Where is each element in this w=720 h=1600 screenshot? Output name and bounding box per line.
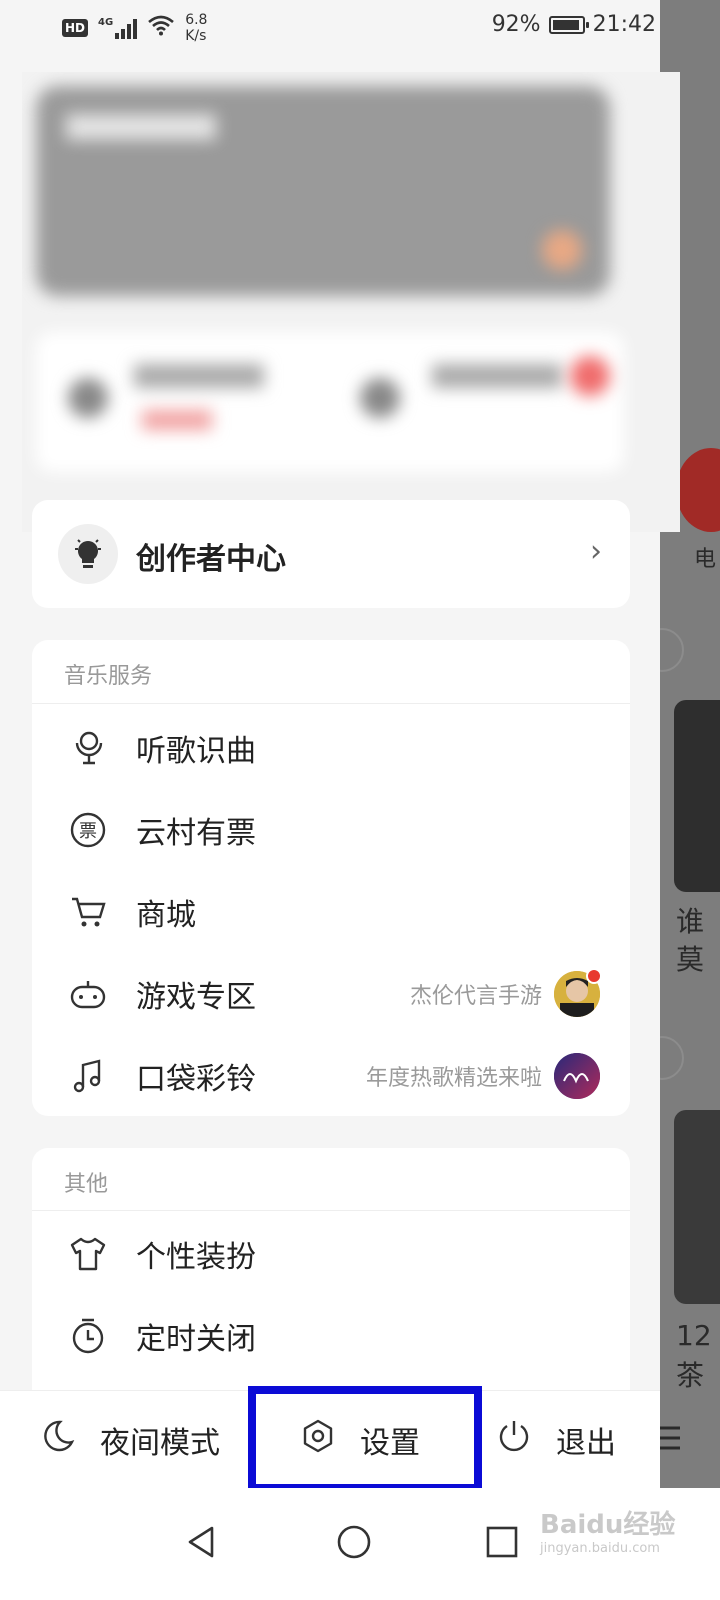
home-circle-icon xyxy=(336,1524,372,1564)
bg-text-2: 莫 xyxy=(676,943,705,976)
radio-icon[interactable] xyxy=(676,448,720,532)
recents-button[interactable] xyxy=(470,1512,534,1576)
power-icon xyxy=(496,1418,532,1462)
ringtone-promo-avatar xyxy=(554,1053,600,1099)
others-card: 其他 个性装扮 定时关闭 xyxy=(32,1148,630,1408)
menu-label: 云村有票 xyxy=(136,816,256,851)
blurred-quick-icon-2[interactable] xyxy=(360,378,400,418)
menu-item-sleep-timer[interactable]: 定时关闭 xyxy=(32,1294,630,1378)
menu-label: 口袋彩铃 xyxy=(136,1062,256,1097)
others-title: 其他 xyxy=(64,1172,109,1197)
cellular-signal-icon: 4G xyxy=(98,17,138,39)
speed-unit: K/s xyxy=(185,28,207,44)
battery-percent: 92% xyxy=(491,12,541,37)
settings-highlight-box xyxy=(248,1386,482,1492)
network-type: 4G xyxy=(98,17,114,28)
back-triangle-icon xyxy=(184,1524,220,1564)
night-mode-label: 夜间模式 xyxy=(100,1426,220,1461)
creator-center-label: 创作者中心 xyxy=(136,542,286,577)
menu-label: 游戏专区 xyxy=(136,980,256,1015)
bg-text-1: 谁 xyxy=(676,905,705,938)
chevron-right-icon: › xyxy=(590,534,602,569)
back-button[interactable] xyxy=(170,1512,234,1576)
network-speed: 6.8 K/s xyxy=(185,12,207,44)
svg-text:票: 票 xyxy=(79,821,97,842)
status-left: HD 4G 6.8 K/s xyxy=(62,12,207,44)
logout-button[interactable]: 退出 xyxy=(496,1391,616,1489)
games-promo-text: 杰伦代言手游 xyxy=(409,984,542,1009)
blurred-vip-badge xyxy=(542,230,582,270)
recents-square-icon xyxy=(484,1524,520,1564)
menu-item-ringtone[interactable]: 口袋彩铃 年度热歌精选来啦 xyxy=(32,1034,630,1118)
night-mode-button[interactable]: 夜间模式 xyxy=(40,1391,220,1489)
wifi-icon xyxy=(147,14,175,42)
blurred-quick-card xyxy=(36,332,624,472)
blurred-quick-icon-1[interactable] xyxy=(68,378,108,418)
tshirt-icon xyxy=(68,1234,108,1274)
menu-item-games[interactable]: 游戏专区 杰伦代言手游 xyxy=(32,952,630,1036)
music-note-icon xyxy=(68,1056,108,1096)
blurred-quick-text-2 xyxy=(432,364,562,388)
home-button[interactable] xyxy=(322,1512,386,1576)
status-bar: HD 4G 6.8 K/s 92% 21:42 xyxy=(0,0,660,52)
baidu-watermark: Baidu经验 jingyan.baidu.com xyxy=(540,1490,710,1570)
menu-label: 个性装扮 xyxy=(136,1240,256,1275)
red-dot-badge xyxy=(586,968,602,984)
blurred-vip-title xyxy=(66,114,216,140)
menu-item-song-recognition[interactable]: 听歌识曲 xyxy=(32,706,630,790)
music-services-card: 音乐服务 听歌识曲 票 云村有票 商城 游戏专区 杰伦代言手游 口袋彩铃 年度热… xyxy=(32,640,630,1116)
cart-icon xyxy=(68,892,108,932)
battery-icon xyxy=(548,15,589,34)
bg-card-4[interactable] xyxy=(674,1110,720,1304)
menu-item-mall[interactable]: 商城 xyxy=(32,870,630,954)
ticket-icon: 票 xyxy=(68,810,108,850)
watermark-main: Baidu经验 xyxy=(540,1510,676,1540)
clock: 21:42 xyxy=(592,12,656,37)
menu-item-theme[interactable]: 个性装扮 xyxy=(32,1212,630,1296)
bg-text-3: 12 xyxy=(676,1319,712,1352)
gamepad-icon xyxy=(68,974,108,1014)
blurred-quick-sub-1 xyxy=(142,410,212,430)
ringtone-promo-text: 年度热歌精选来啦 xyxy=(365,1066,542,1091)
lightbulb-icon xyxy=(58,524,118,584)
menu-item-ticket[interactable]: 票 云村有票 xyxy=(32,788,630,872)
logout-label: 退出 xyxy=(556,1426,616,1461)
moon-icon xyxy=(40,1418,76,1462)
bg-text-4: 茶 xyxy=(676,1359,705,1392)
menu-label: 听歌识曲 xyxy=(136,734,256,769)
timer-icon xyxy=(68,1316,108,1356)
side-drawer: HD 4G 6.8 K/s 92% 21:42 创作者中心 › 音乐服务 听歌识… xyxy=(0,0,680,1600)
bg-radio-label: 电 xyxy=(694,547,717,572)
blurred-quick-dot xyxy=(570,356,610,396)
watermark-sub: jingyan.baidu.com xyxy=(540,1541,660,1556)
bg-card-2[interactable] xyxy=(674,700,720,892)
microphone-icon xyxy=(68,728,108,768)
blurred-quick-text-1 xyxy=(134,364,264,388)
menu-label: 商城 xyxy=(136,898,196,933)
music-services-title: 音乐服务 xyxy=(64,664,153,689)
creator-center-card[interactable]: 创作者中心 › xyxy=(32,500,630,608)
battery-level xyxy=(552,19,579,30)
speed-value: 6.8 xyxy=(185,12,208,28)
divider xyxy=(32,1210,630,1211)
hd-badge: HD xyxy=(62,19,89,37)
menu-label: 定时关闭 xyxy=(136,1322,256,1357)
blurred-profile-area xyxy=(22,72,680,532)
status-right: 92% 21:42 xyxy=(492,12,656,37)
divider xyxy=(32,703,630,704)
